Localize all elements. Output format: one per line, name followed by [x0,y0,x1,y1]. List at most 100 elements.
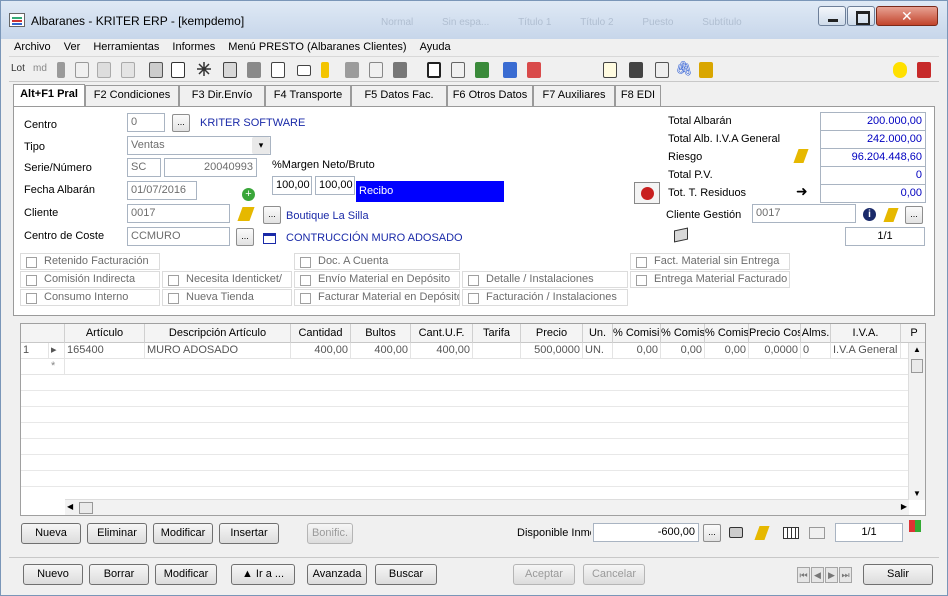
numero-field[interactable]: 20040993 [164,158,257,177]
image-icon[interactable] [393,62,407,78]
salir-button[interactable]: Salir [863,564,933,585]
insertar-linea-button[interactable]: Insertar [219,523,279,544]
tab-dir-envio[interactable]: F3 Dir.Envío [179,85,265,106]
col-comision-2[interactable]: % Comis. [661,324,705,343]
bonific-button[interactable]: Bonific. [307,523,353,544]
check-facturacion-instalaciones[interactable]: Facturación / Instalaciones [462,289,628,306]
print-icon[interactable] [223,62,237,78]
check-nueva-tienda[interactable]: Nueva Tienda [162,289,292,306]
md-button[interactable]: md [33,63,47,79]
scroll-up-icon[interactable]: ▲ [913,345,921,354]
col-cant-uf[interactable]: Cant.U.F. [411,324,473,343]
minimize-button[interactable] [818,6,846,26]
scroll-down-icon[interactable]: ▼ [913,489,921,498]
serie-field[interactable]: SC [127,158,161,177]
lightning-icon[interactable] [754,526,770,540]
ir-a-button[interactable]: ▲ Ir a ... [231,564,295,585]
tab-otros-datos[interactable]: F6 Otros Datos [447,85,533,106]
preview-icon[interactable] [171,62,185,78]
close-button[interactable] [876,6,938,26]
exit-icon[interactable] [917,62,931,78]
clip-icon[interactable] [699,62,713,78]
cliente-gestion-field[interactable]: 0017 [752,204,856,223]
disponible-lookup-button[interactable]: ... [703,524,721,542]
fecha-field[interactable]: 01/07/2016 [127,181,197,200]
chevron-down-icon[interactable]: ▾ [252,137,270,154]
cell-articulo[interactable]: 165400 [65,343,145,359]
check-fact-material-sin-entrega[interactable]: Fact. Material sin Entrega [630,253,790,270]
hierarchy-icon[interactable] [369,62,383,78]
buscar-button[interactable]: Buscar [375,564,437,585]
tab-edi[interactable]: F8 EDI [615,85,661,106]
nuevo-button[interactable]: Nuevo [23,564,83,585]
money-bag-button[interactable] [634,182,660,204]
cell-comision-2[interactable]: 0,00 [661,343,705,359]
margen-neto-field[interactable]: 100,00 [272,176,312,195]
maximize-button[interactable] [847,6,875,26]
binoculars-icon[interactable] [149,62,163,78]
cell-un[interactable]: UN. [583,343,613,359]
vertical-scroll-thumb[interactable] [911,359,923,373]
cliente-lookup-button[interactable]: ... [263,206,281,224]
nueva-linea-button[interactable]: Nueva [21,523,81,544]
check-retenido-facturacion[interactable]: Retenido Facturación [20,253,160,270]
cell-bultos[interactable]: 400,00 [351,343,411,359]
windows-icon[interactable] [909,520,921,532]
info-icon[interactable]: i [863,208,876,221]
new-row[interactable]: * [21,359,909,375]
check-consumo-interno[interactable]: Consumo Interno [20,289,160,306]
tab-transporte[interactable]: F4 Transporte [265,85,351,106]
add-icon[interactable]: + [242,188,255,201]
modificar-button[interactable]: Modificar [155,564,217,585]
tag-icon[interactable] [527,62,541,78]
check-comision-indirecta[interactable]: Comisión Indirecta [20,271,160,288]
col-p[interactable]: P [901,324,925,343]
lightning-icon[interactable] [237,207,255,221]
col-cantidad[interactable]: Cantidad [291,324,351,343]
col-tarifa[interactable]: Tarifa [473,324,521,343]
arrow-right-icon[interactable]: ➜ [796,183,808,200]
cliente-gestion-lookup-button[interactable]: ... [905,206,923,224]
cell-cantidad[interactable]: 400,00 [291,343,351,359]
attachment-icon[interactable]: 🖇 [675,60,693,76]
lightning-icon[interactable] [793,149,809,163]
cell-precio-coste[interactable]: 0,0000 [749,343,801,359]
hierarchy-icon[interactable] [809,527,825,539]
notes-icon[interactable] [603,62,617,78]
tab-pral[interactable]: Alt+F1 Pral [13,84,85,107]
check-necesita-identicket[interactable]: Necesita Identicket/ [162,271,292,288]
tools-icon[interactable] [247,62,261,78]
margen-bruto-field[interactable]: 100,00 [315,176,355,195]
eye-icon[interactable] [503,62,517,78]
title-bar[interactable]: Albaranes - KRITER ERP - [kempdemo] Norm… [1,1,947,39]
eliminar-linea-button[interactable]: Eliminar [87,523,147,544]
cell-comision-3[interactable]: 0,00 [705,343,749,359]
aceptar-button[interactable]: Aceptar [513,564,575,585]
cell-descripcion[interactable]: MURO ADOSADO [145,343,291,359]
window-icon[interactable] [297,65,311,76]
nav-prev-icon[interactable]: ◀ [811,567,824,583]
lot-button[interactable]: Lot [11,63,25,79]
grid-icon[interactable] [427,62,441,78]
menu-ver[interactable]: Ver [59,39,86,53]
nav-last-icon[interactable]: ⏭ [839,567,852,583]
highlight-icon[interactable] [321,62,329,78]
copy-icon[interactable] [97,62,111,78]
col-articulo[interactable]: Artículo [65,324,145,343]
table-icon[interactable] [783,527,799,539]
brackets-icon[interactable] [75,62,89,78]
lines-grid[interactable]: Artículo Descripción Artículo Cantidad B… [20,323,926,516]
tip-icon[interactable] [893,62,907,78]
check-facturar-material-deposito[interactable]: Facturar Material en Depósito [294,289,460,306]
avanzada-button[interactable]: Avanzada [307,564,367,585]
menu-archivo[interactable]: Archivo [9,39,56,53]
tab-condiciones[interactable]: F2 Condiciones [85,85,179,106]
borrar-button[interactable]: Borrar [89,564,149,585]
tab-datos-fac[interactable]: F5 Datos Fac. [351,85,447,106]
nav-next-icon[interactable]: ▶ [825,567,838,583]
coste-field[interactable]: CCMURO [127,227,230,246]
horizontal-scroll-thumb[interactable] [79,502,93,514]
pin-icon[interactable] [345,62,359,78]
check-envio-material-deposito[interactable]: Envío Material en Depósito [294,271,460,288]
lightning-icon[interactable] [883,208,899,222]
